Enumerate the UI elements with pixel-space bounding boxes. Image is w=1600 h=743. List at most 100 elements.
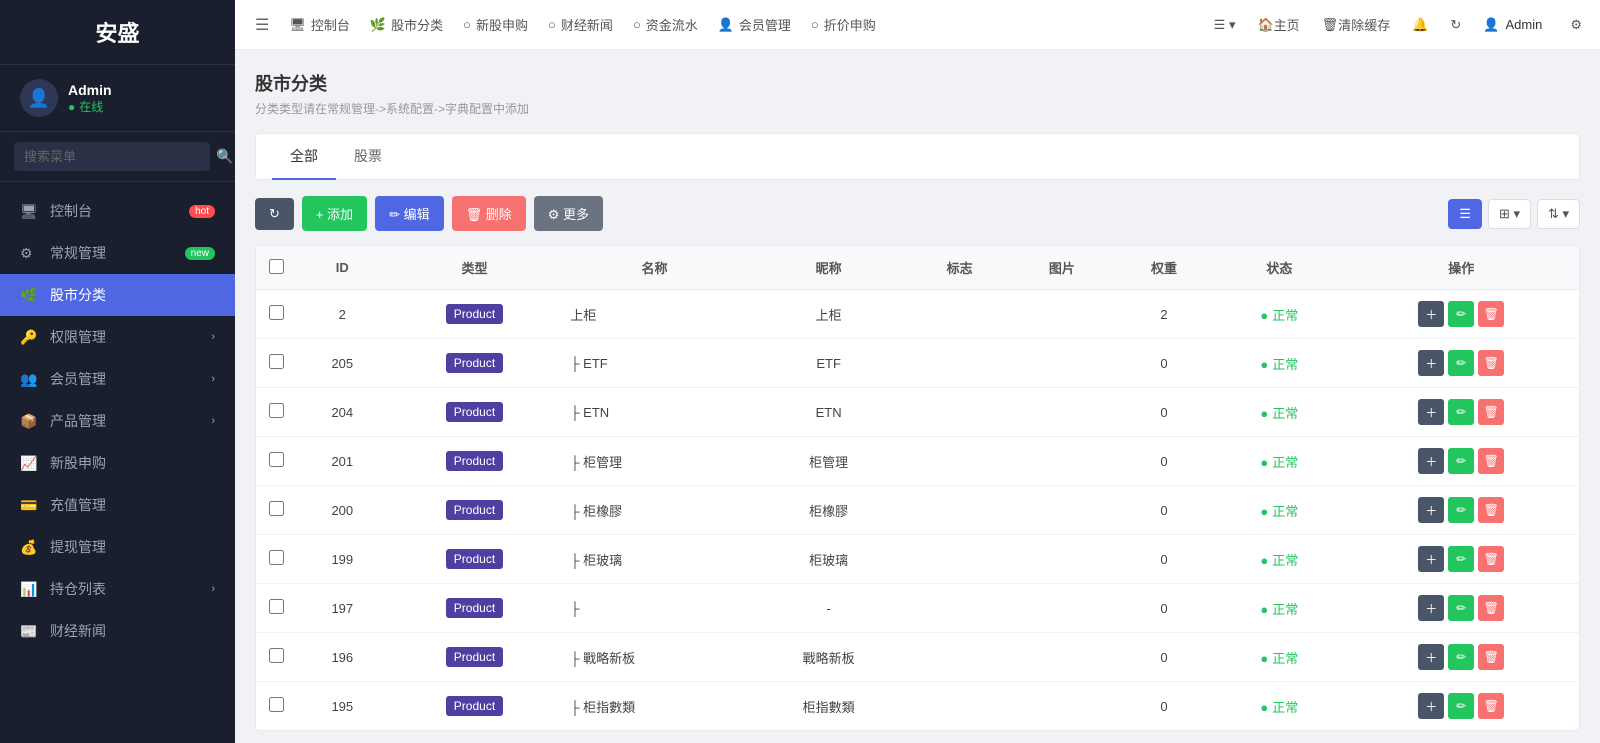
status-badge: 正常 (1260, 700, 1298, 715)
topbar-item-newstock[interactable]: ○ 新股申购 (453, 0, 538, 50)
sidebar-item-positions[interactable]: 📊 持仓列表 › (0, 568, 235, 610)
refresh-button[interactable]: ↻ (255, 198, 294, 230)
action-delete-button[interactable]: 🗑 (1478, 350, 1504, 376)
cell-weight: 0 (1113, 682, 1215, 731)
grid-view-button[interactable]: ⊞ ▾ (1488, 199, 1531, 229)
menu-toggle-icon[interactable]: ☰ (245, 15, 279, 35)
cell-nickname: 柜玻璃 (749, 535, 909, 584)
row-checkbox-cell (256, 290, 296, 339)
action-edit-button[interactable]: ✏ (1448, 399, 1474, 425)
cell-logo (909, 486, 1011, 535)
action-edit-button[interactable]: ✏ (1448, 546, 1474, 572)
sidebar-item-withdraw[interactable]: 💰 提现管理 (0, 526, 235, 568)
action-edit-button[interactable]: ✏ (1448, 644, 1474, 670)
cell-image (1011, 486, 1113, 535)
action-delete-button[interactable]: 🗑 (1478, 546, 1504, 572)
list-view-button[interactable]: ☰ (1448, 199, 1482, 229)
sidebar-item-dashboard[interactable]: 🖥 控制台 hot (0, 190, 235, 232)
topbar-clear-btn[interactable]: 🗑 清除缓存 (1314, 15, 1399, 34)
row-checkbox[interactable] (269, 452, 284, 467)
row-checkbox[interactable] (269, 305, 284, 320)
sidebar-item-stock[interactable]: 🌿 股市分类 (0, 274, 235, 316)
tab-all[interactable]: 全部 (272, 134, 336, 180)
action-add-button[interactable]: ＋ (1418, 693, 1444, 719)
action-delete-button[interactable]: 🗑 (1478, 399, 1504, 425)
row-checkbox-cell (256, 682, 296, 731)
action-add-button[interactable]: ＋ (1418, 448, 1444, 474)
search-input[interactable] (14, 142, 210, 171)
action-delete-button[interactable]: 🗑 (1478, 448, 1504, 474)
members-icon: 👥 (20, 371, 40, 388)
topbar-item-member[interactable]: 👤 会员管理 (708, 0, 801, 50)
row-checkbox-cell (256, 339, 296, 388)
sidebar-item-rights[interactable]: 🔑 权限管理 › (0, 316, 235, 358)
general-icon: ⚙ (20, 245, 40, 262)
row-checkbox-cell (256, 437, 296, 486)
sidebar-item-finance[interactable]: 📰 财经新闻 (0, 610, 235, 652)
action-delete-button[interactable]: 🗑 (1478, 595, 1504, 621)
cell-name: ├ 戰略新板 (560, 633, 748, 682)
cell-weight: 0 (1113, 486, 1215, 535)
sidebar-item-products[interactable]: 📦 产品管理 › (0, 400, 235, 442)
add-button[interactable]: + 添加 (302, 196, 367, 231)
delete-button[interactable]: 🗑 删除 (452, 196, 526, 231)
cell-name: ├ 柜指數類 (560, 682, 748, 731)
row-checkbox[interactable] (269, 403, 284, 418)
action-delete-button[interactable]: 🗑 (1478, 644, 1504, 670)
row-checkbox[interactable] (269, 501, 284, 516)
action-add-button[interactable]: ＋ (1418, 644, 1444, 670)
action-edit-button[interactable]: ✏ (1448, 497, 1474, 523)
row-checkbox[interactable] (269, 648, 284, 663)
row-checkbox[interactable] (269, 599, 284, 614)
topbar-refresh-icon[interactable]: ↻ (1442, 17, 1469, 33)
action-edit-button[interactable]: ✏ (1448, 301, 1474, 327)
col-nickname: 昵称 (749, 246, 909, 290)
row-checkbox[interactable] (269, 550, 284, 565)
cell-actions: ＋ ✏ 🗑 (1344, 388, 1579, 437)
select-all-checkbox[interactable] (269, 259, 284, 274)
action-delete-button[interactable]: 🗑 (1478, 497, 1504, 523)
cell-type: Product (389, 535, 561, 584)
topbar-item-finance[interactable]: ○ 财经新闻 (538, 0, 623, 50)
sidebar-item-newstock[interactable]: 📈 新股申购 (0, 442, 235, 484)
action-edit-button[interactable]: ✏ (1448, 448, 1474, 474)
topbar-item-stock[interactable]: 🌿 股市分类 (360, 0, 453, 50)
topbar-item-cashflow[interactable]: ○ 资金流水 (623, 0, 708, 50)
action-add-button[interactable]: ＋ (1418, 497, 1444, 523)
positions-icon: 📊 (20, 581, 40, 598)
sidebar-item-general[interactable]: ⚙ 常规管理 new (0, 232, 235, 274)
sidebar-item-label: 股市分类 (50, 285, 106, 305)
action-add-button[interactable]: ＋ (1418, 546, 1444, 572)
cell-name: ├ 柜管理 (560, 437, 748, 486)
action-edit-button[interactable]: ✏ (1448, 693, 1474, 719)
topbar-dropdown-btn[interactable]: ☰ ▾ (1206, 17, 1244, 33)
topbar-item-dashboard[interactable]: 🖥 控制台 (279, 0, 360, 50)
action-add-button[interactable]: ＋ (1418, 595, 1444, 621)
action-delete-button[interactable]: 🗑 (1478, 693, 1504, 719)
action-edit-button[interactable]: ✏ (1448, 350, 1474, 376)
topbar-admin-name[interactable]: 👤 Admin (1475, 17, 1556, 33)
row-checkbox[interactable] (269, 354, 284, 369)
more-button[interactable]: ⚙ 更多 (534, 196, 603, 231)
topbar-item-discount[interactable]: ○ 折价申购 (801, 0, 886, 50)
action-add-button[interactable]: ＋ (1418, 350, 1444, 376)
cell-actions: ＋ ✏ 🗑 (1344, 682, 1579, 731)
action-delete-button[interactable]: 🗑 (1478, 301, 1504, 327)
edit-button[interactable]: ✏ 编辑 (375, 196, 444, 231)
action-edit-button[interactable]: ✏ (1448, 595, 1474, 621)
topbar-settings-icon[interactable]: ⚙ (1562, 17, 1590, 33)
row-checkbox[interactable] (269, 697, 284, 712)
cell-logo (909, 682, 1011, 731)
search-icon[interactable]: 🔍 (216, 148, 233, 165)
sidebar-item-recharge[interactable]: 💳 充值管理 (0, 484, 235, 526)
filter-button[interactable]: ⇅ ▾ (1537, 199, 1580, 229)
action-add-button[interactable]: ＋ (1418, 399, 1444, 425)
status-badge: 正常 (1260, 602, 1298, 617)
sidebar-item-label: 常规管理 (50, 243, 106, 263)
action-add-button[interactable]: ＋ (1418, 301, 1444, 327)
tab-stock[interactable]: 股票 (336, 134, 400, 180)
topbar-right: ☰ ▾ 🏠 主页 🗑 清除缓存 🔔 ↻ 👤 Admin ⚙ (1206, 15, 1590, 34)
topbar-home-btn[interactable]: 🏠 主页 (1249, 15, 1307, 34)
topbar-bell-icon[interactable]: 🔔 (1404, 17, 1436, 33)
sidebar-item-members[interactable]: 👥 会员管理 › (0, 358, 235, 400)
